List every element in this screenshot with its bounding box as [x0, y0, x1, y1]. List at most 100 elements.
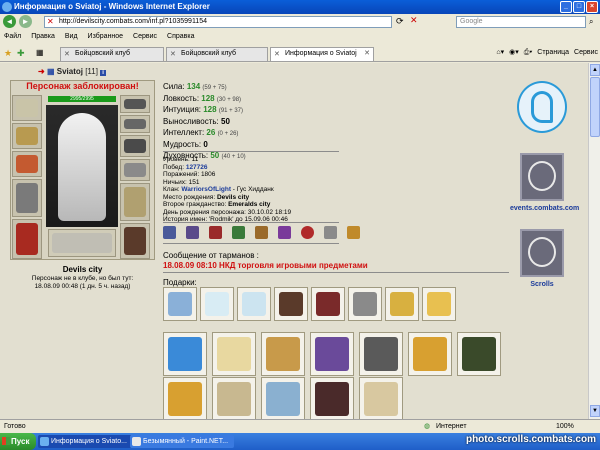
menu-file[interactable]: Файл	[4, 31, 21, 43]
badge-icon[interactable]	[301, 226, 314, 239]
detail-losses: Поражений: 1806	[163, 171, 216, 178]
stat-row: Выносливость: 50	[163, 116, 230, 126]
badge-icon[interactable]	[232, 226, 245, 239]
gift-item[interactable]	[163, 377, 207, 419]
scroll-up-icon[interactable]: ▲	[590, 64, 600, 76]
zoom-level[interactable]: 100%	[556, 420, 574, 433]
detail-draws: Ничьих: 151	[163, 178, 200, 186]
character-header: ➜ ▦ Sviatoj [11] i	[38, 67, 106, 76]
runes-slot[interactable]	[48, 229, 116, 257]
page-content: ➜ ▦ Sviatoj [11] i Персонаж заблокирован…	[0, 63, 588, 419]
badge-icon[interactable]	[255, 226, 268, 239]
tab-character-info[interactable]: ✕ Информация о Sviatoj ✕	[270, 47, 374, 61]
tab-favicon-icon: ✕	[170, 51, 176, 58]
forward-icon[interactable]: ►	[19, 15, 32, 28]
start-button[interactable]: Пуск	[0, 433, 36, 450]
tools-menu[interactable]: Сервис	[574, 47, 598, 59]
gift-item[interactable]	[163, 332, 207, 376]
gift-item[interactable]	[200, 287, 234, 321]
search-input[interactable]: Google	[456, 16, 586, 28]
close-button[interactable]: ×	[586, 1, 598, 13]
badge-icon[interactable]	[324, 226, 337, 239]
ie-icon	[40, 437, 49, 446]
ring-slot-2[interactable]	[120, 115, 150, 133]
gift-item[interactable]	[457, 332, 501, 376]
ring-slot-1[interactable]	[120, 95, 150, 113]
address-bar[interactable]: ✕ http://devilscity.combats.com/inf.pl?1…	[44, 16, 392, 28]
search-icon[interactable]: ⌕	[589, 17, 593, 27]
stop-icon[interactable]: ✕	[410, 15, 418, 26]
badges-row	[163, 226, 360, 239]
character-name: Sviatoj	[56, 67, 83, 76]
badge-icon[interactable]	[163, 226, 176, 239]
stat-row: Сила: 134 (59 + 75)	[163, 82, 227, 91]
weapon-slot[interactable]	[12, 179, 42, 217]
refresh-icon[interactable]: ⟳	[396, 16, 404, 27]
gift-item[interactable]	[261, 377, 305, 419]
stat-extra: (0 + 26)	[217, 131, 239, 137]
tab-fight-club-2[interactable]: ✕ Бойцовский клуб	[166, 47, 268, 61]
favorites-star-icon[interactable]: ★	[4, 48, 12, 59]
tab-list-icon[interactable]: ▦	[36, 48, 44, 57]
tab-close-icon[interactable]: ✕	[364, 48, 370, 60]
earrings-slot[interactable]	[12, 123, 42, 149]
badge-icon[interactable]	[278, 226, 291, 239]
bracers-slot[interactable]	[120, 159, 150, 181]
gift-item[interactable]	[385, 287, 419, 321]
character-level: [11]	[85, 67, 98, 76]
home-icon[interactable]: ⌂▾	[496, 47, 504, 59]
gift-item[interactable]	[311, 287, 345, 321]
menu-tools[interactable]: Сервис	[133, 31, 157, 43]
armor-slot[interactable]	[12, 219, 42, 259]
menu-help[interactable]: Справка	[167, 31, 194, 43]
badge-icon[interactable]	[209, 226, 222, 239]
page-menu[interactable]: Страница	[537, 47, 569, 59]
menu-edit[interactable]: Правка	[31, 31, 55, 43]
scroll-thumb[interactable]	[590, 77, 600, 137]
gift-item[interactable]	[348, 287, 382, 321]
gift-item[interactable]	[359, 332, 403, 376]
vertical-scrollbar[interactable]: ▲ ▼	[588, 63, 600, 419]
amulet-slot[interactable]	[12, 151, 42, 177]
stat-row: Интуиция: 128 (91 + 37)	[163, 105, 244, 114]
shield-slot[interactable]	[120, 183, 150, 221]
scrolls-link[interactable]: Scrolls	[510, 281, 574, 288]
helmet-slot[interactable]	[12, 95, 42, 121]
menu-favorites[interactable]: Избранное	[88, 31, 123, 43]
gloves-slot[interactable]	[120, 135, 150, 157]
tab-favicon-icon: ✕	[274, 51, 280, 58]
menu-view[interactable]: Вид	[65, 31, 78, 43]
print-icon[interactable]: ⎙▾	[524, 47, 533, 59]
gift-item[interactable]	[237, 287, 271, 321]
tab-fight-club-1[interactable]: ✕ Бойцовский клуб	[60, 47, 164, 61]
back-icon[interactable]: ◄	[3, 15, 16, 28]
clan-link[interactable]: WarriorsOfLight	[181, 186, 231, 193]
status-bar: Готово ◍ Интернет 100%	[0, 419, 600, 433]
add-favorites-icon[interactable]: ✚	[17, 48, 25, 59]
badge-icon[interactable]	[186, 226, 199, 239]
badge-icon[interactable]	[347, 226, 360, 239]
gift-item[interactable]	[408, 332, 452, 376]
profile-icon[interactable]	[517, 81, 567, 133]
gift-item[interactable]	[212, 377, 256, 419]
gift-item[interactable]	[310, 377, 354, 419]
events-link[interactable]: events.combats.com	[510, 205, 579, 212]
taskbar-item-paint[interactable]: Безымянный - Paint.NET...	[130, 435, 234, 448]
gift-item[interactable]	[422, 287, 456, 321]
maximize-button[interactable]: □	[573, 1, 585, 13]
info-icon[interactable]: i	[100, 70, 106, 76]
scroll-down-icon[interactable]: ▼	[590, 405, 600, 417]
tab-favicon-icon: ✕	[64, 51, 70, 58]
boots-slot[interactable]	[120, 223, 150, 259]
events-banner-icon[interactable]	[520, 153, 564, 201]
minimize-button[interactable]: _	[560, 1, 572, 13]
feeds-icon[interactable]: ◉▾	[509, 47, 519, 59]
gift-item[interactable]	[310, 332, 354, 376]
gift-item[interactable]	[261, 332, 305, 376]
gift-item[interactable]	[274, 287, 308, 321]
scrolls-banner-icon[interactable]	[520, 229, 564, 277]
gift-item[interactable]	[163, 287, 197, 321]
gift-item[interactable]	[359, 377, 403, 419]
taskbar-item-ie[interactable]: Информация о Sviato...	[38, 435, 132, 448]
gift-item[interactable]	[212, 332, 256, 376]
